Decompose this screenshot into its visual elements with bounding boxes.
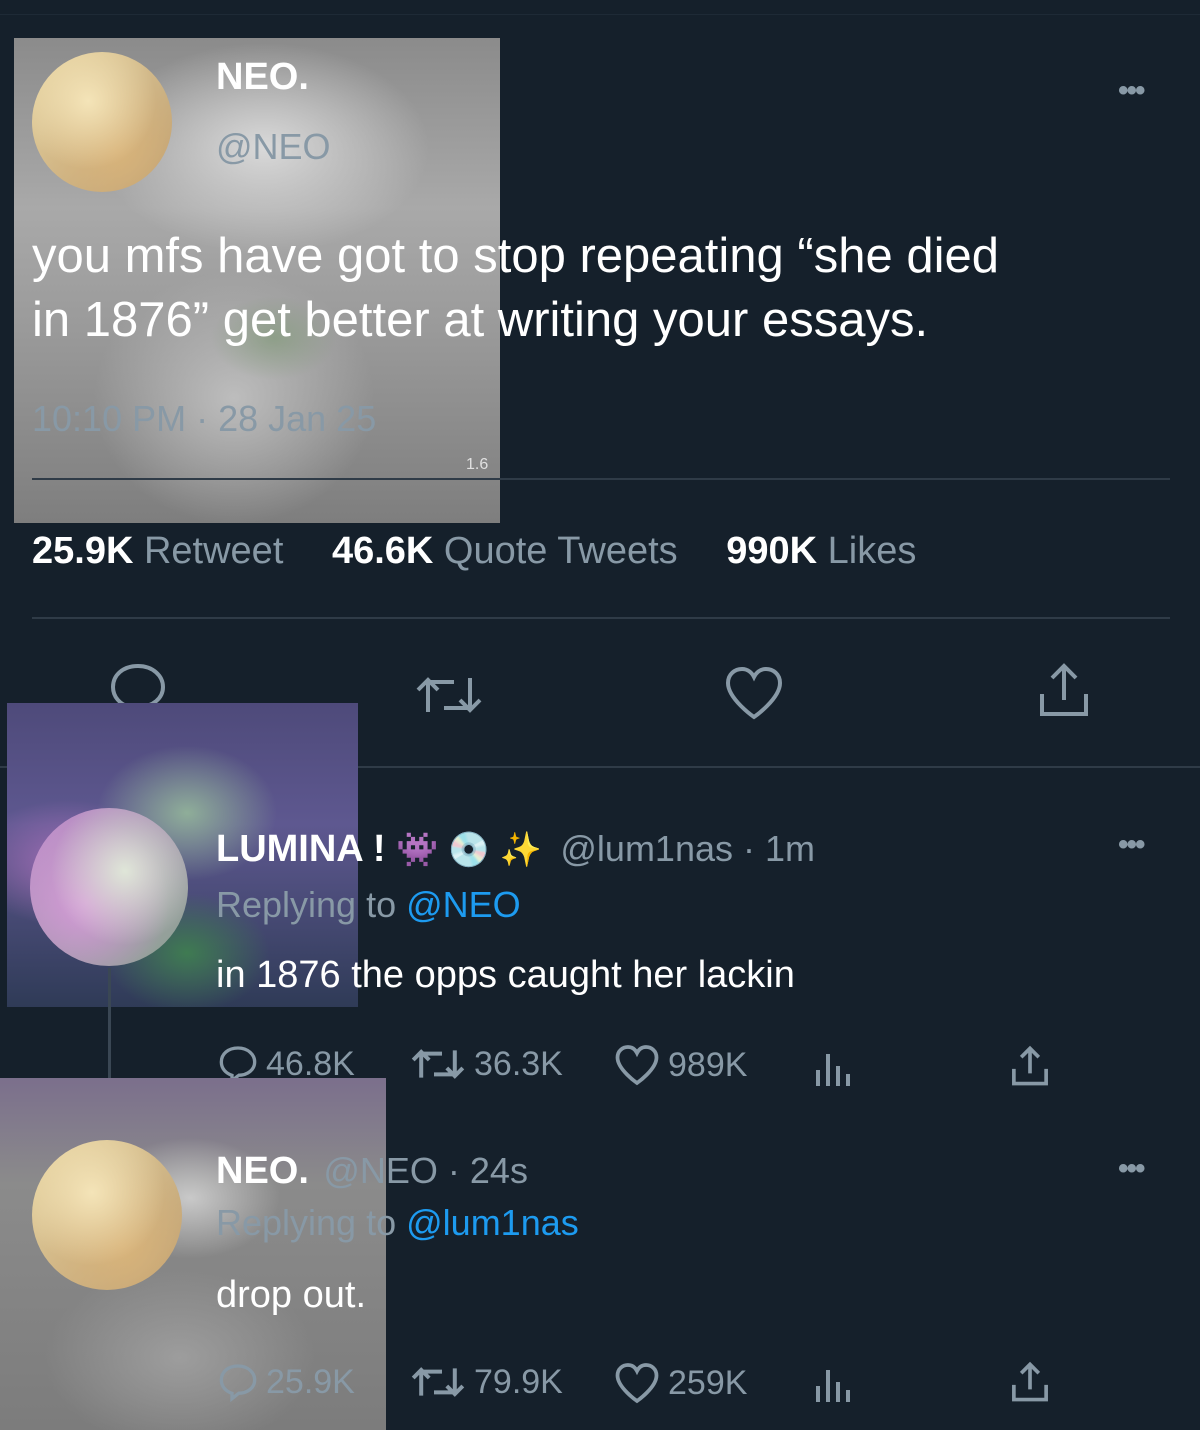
author-handle-time[interactable]: @lum1nas · 1m: [560, 828, 815, 869]
name-emojis: 👾 💿 ✨: [396, 831, 542, 869]
analytics-icon[interactable]: [812, 1048, 852, 1088]
avatar[interactable]: [32, 1140, 182, 1290]
author-name[interactable]: NEO.: [216, 1150, 309, 1192]
analytics-icon[interactable]: [812, 1364, 852, 1404]
more-icon[interactable]: •••: [1118, 74, 1145, 108]
top-divider: [0, 14, 1200, 15]
more-icon[interactable]: •••: [1118, 828, 1145, 862]
reply-header: LUMINA ! 👾 💿 ✨ @lum1nas · 1m: [216, 828, 815, 871]
divider: [32, 617, 1170, 619]
avatar[interactable]: [32, 52, 172, 192]
replying-handle-link[interactable]: @lum1nas: [406, 1202, 579, 1243]
author-name[interactable]: NEO.: [216, 56, 309, 99]
retweet-stat[interactable]: 25.9K Retweet: [32, 530, 283, 572]
retweet-count[interactable]: 36.3K: [410, 1044, 563, 1084]
overlay-count: 1.6: [466, 456, 489, 473]
share-icon[interactable]: [1008, 1044, 1052, 1088]
reply-text: in 1876 the opps caught her lackin: [216, 954, 795, 996]
more-icon[interactable]: •••: [1118, 1152, 1145, 1186]
like-count[interactable]: 989K: [614, 1044, 747, 1086]
reply-count[interactable]: 25.9K: [218, 1362, 355, 1402]
tweet-stats: 25.9K Retweet 46.6K Quote Tweets 990K Li…: [32, 530, 954, 573]
share-icon[interactable]: [1008, 1360, 1052, 1404]
thread-line: [108, 968, 111, 1078]
author-handle[interactable]: @NEO: [216, 126, 331, 168]
reply-header: NEO. @NEO · 24s: [216, 1150, 528, 1193]
author-name[interactable]: LUMINA !: [216, 828, 386, 870]
retweet-icon[interactable]: [414, 670, 484, 720]
quote-stat[interactable]: 46.6K Quote Tweets: [332, 530, 678, 572]
author-handle-time[interactable]: @NEO · 24s: [323, 1150, 528, 1191]
tweet-timestamp: 10:10 PM · 28 Jan 25: [32, 398, 377, 439]
replying-handle-link[interactable]: @NEO: [406, 884, 521, 925]
retweet-count[interactable]: 79.9K: [410, 1362, 563, 1402]
share-icon[interactable]: [1034, 660, 1094, 720]
tweet-text: you mfs have got to stop repeating “she …: [32, 229, 999, 347]
likes-stat[interactable]: 990K Likes: [726, 530, 916, 572]
reply-text: drop out.: [216, 1274, 366, 1316]
like-count[interactable]: 259K: [614, 1362, 747, 1404]
avatar[interactable]: [30, 808, 188, 966]
replying-to: Replying to @lum1nas: [216, 1202, 579, 1243]
divider: [32, 478, 1170, 480]
replying-to: Replying to @NEO: [216, 884, 521, 925]
like-icon[interactable]: [724, 665, 784, 721]
